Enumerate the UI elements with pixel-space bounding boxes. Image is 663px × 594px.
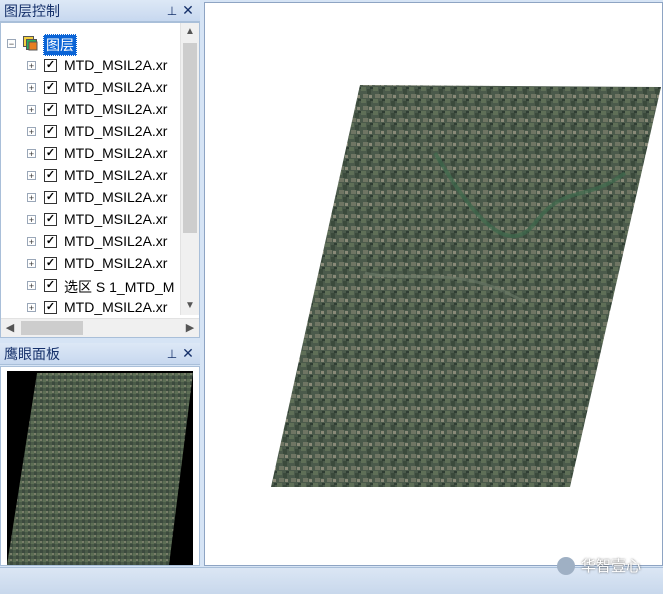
layer-visibility-checkbox[interactable]: ✓ xyxy=(44,169,57,182)
pin-icon[interactable]: ⊥ xyxy=(164,347,180,361)
layer-visibility-checkbox[interactable]: ✓ xyxy=(44,301,57,314)
expand-icon[interactable]: + xyxy=(27,61,36,71)
layer-label[interactable]: MTD_MSIL2A.xr xyxy=(64,233,167,249)
layer-panel-header: 图层控制 ⊥ ✕ xyxy=(0,0,200,22)
layer-visibility-checkbox[interactable]: ✓ xyxy=(44,59,57,72)
scroll-down-icon[interactable]: ▼ xyxy=(181,297,199,315)
layer-label[interactable]: MTD_MSIL2A.xr xyxy=(64,189,167,205)
layer-label[interactable]: MTD_MSIL2A.xr xyxy=(64,101,167,117)
tree-horizontal-scrollbar[interactable]: ◀ ▶ xyxy=(1,318,199,337)
satellite-image xyxy=(271,85,661,487)
expand-icon[interactable]: + xyxy=(27,193,36,203)
eagle-eye-view[interactable] xyxy=(0,366,200,566)
expand-icon[interactable]: + xyxy=(27,215,36,225)
layer-label[interactable]: MTD_MSIL2A.xr xyxy=(64,57,167,73)
layer-panel-title: 图层控制 xyxy=(4,2,60,19)
expand-icon[interactable]: + xyxy=(27,259,36,269)
expand-icon[interactable]: + xyxy=(27,83,36,93)
expand-icon[interactable]: + xyxy=(27,149,36,159)
expand-icon[interactable]: + xyxy=(27,281,36,291)
layer-tree-panel: − 图层 + ✓ MTD_MSIL2A.xr + ✓ MTD_MSIL2A.xr + ✓ MTD… xyxy=(0,22,200,338)
layer-visibility-checkbox[interactable]: ✓ xyxy=(44,257,57,270)
layers-root-label[interactable]: 图层 xyxy=(43,34,77,56)
layers-root-icon xyxy=(23,36,39,52)
scroll-left-icon[interactable]: ◀ xyxy=(1,319,19,337)
layer-label[interactable]: MTD_MSIL2A.xr xyxy=(64,211,167,227)
scroll-right-icon[interactable]: ▶ xyxy=(181,319,199,337)
layer-label[interactable]: MTD_MSIL2A.xr xyxy=(64,167,167,183)
expand-icon[interactable]: + xyxy=(27,105,36,115)
collapse-icon[interactable]: − xyxy=(7,39,16,49)
map-canvas[interactable] xyxy=(204,2,663,566)
layer-label[interactable]: MTD_MSIL2A.xr xyxy=(64,79,167,95)
layer-label[interactable]: MTD_MSIL2A.xr xyxy=(64,255,167,271)
tree-vertical-scrollbar[interactable]: ▲ ▼ xyxy=(180,23,199,315)
watermark: 华智壹心 xyxy=(556,555,641,576)
expand-icon[interactable]: + xyxy=(27,171,36,181)
layer-tree: − 图层 + ✓ MTD_MSIL2A.xr + ✓ MTD_MSIL2A.xr + ✓ MTD… xyxy=(1,23,179,315)
layer-visibility-checkbox[interactable]: ✓ xyxy=(44,213,57,226)
layer-visibility-checkbox[interactable]: ✓ xyxy=(44,279,57,292)
watermark-text: 华智壹心 xyxy=(580,558,641,575)
close-icon[interactable]: ✕ xyxy=(180,345,196,362)
layer-label[interactable]: MTD_MSIL2A.xr xyxy=(64,123,167,139)
expand-icon[interactable]: + xyxy=(27,303,36,313)
layer-label[interactable]: 选区 S 1_MTD_M xyxy=(64,277,174,297)
pin-icon[interactable]: ⊥ xyxy=(164,4,180,18)
eagle-overview-image xyxy=(7,371,193,565)
expand-icon[interactable]: + xyxy=(27,127,36,137)
layer-visibility-checkbox[interactable]: ✓ xyxy=(44,191,57,204)
scroll-up-icon[interactable]: ▲ xyxy=(181,23,199,41)
layer-visibility-checkbox[interactable]: ✓ xyxy=(44,125,57,138)
layer-visibility-checkbox[interactable]: ✓ xyxy=(44,147,57,160)
hscroll-thumb[interactable] xyxy=(21,321,83,335)
layer-label[interactable]: MTD_MSIL2A.xr xyxy=(64,299,167,315)
wechat-icon xyxy=(556,556,575,575)
eagle-panel-header: 鹰眼面板 ⊥ ✕ xyxy=(0,343,200,365)
layer-visibility-checkbox[interactable]: ✓ xyxy=(44,103,57,116)
expand-icon[interactable]: + xyxy=(27,237,36,247)
close-icon[interactable]: ✕ xyxy=(180,2,196,19)
eagle-panel-title: 鹰眼面板 xyxy=(4,345,60,362)
layer-label[interactable]: MTD_MSIL2A.xr xyxy=(64,145,167,161)
scroll-thumb[interactable] xyxy=(183,43,197,233)
layer-visibility-checkbox[interactable]: ✓ xyxy=(44,81,57,94)
layer-visibility-checkbox[interactable]: ✓ xyxy=(44,235,57,248)
